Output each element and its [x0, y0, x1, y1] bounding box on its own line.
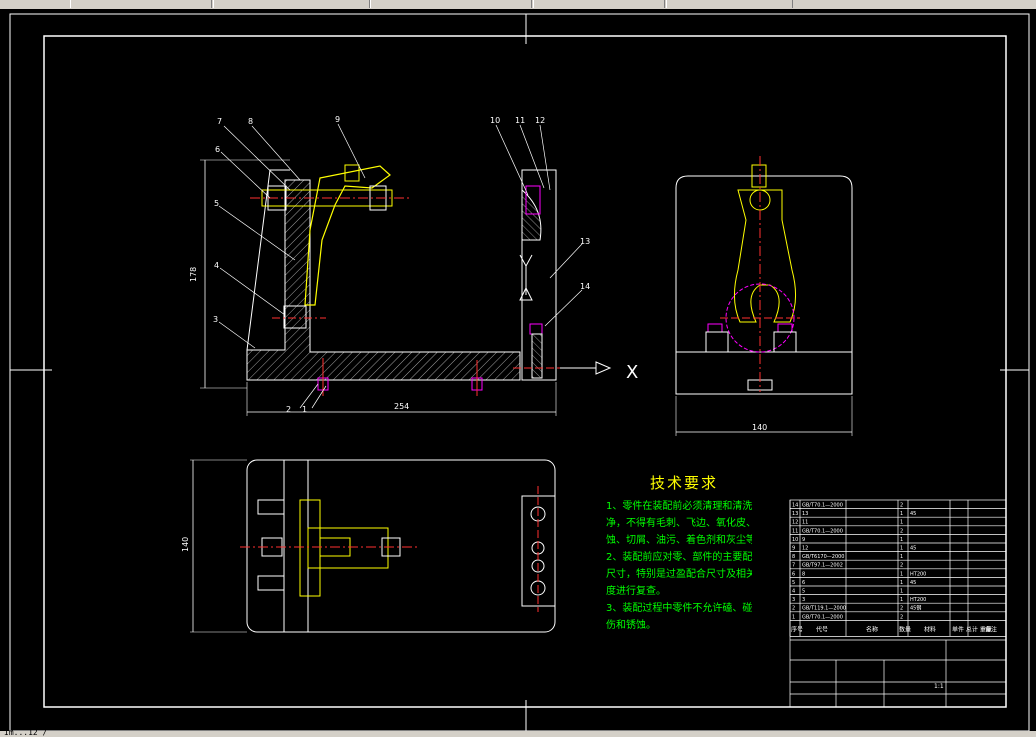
bom-cell: 1: [900, 546, 903, 552]
bom-cell: 1: [792, 614, 795, 620]
balloon-3: 3: [213, 315, 218, 324]
tech-line: 度进行复查。: [606, 586, 666, 597]
balloon-14: 14: [580, 282, 590, 291]
bom-cell: 14: [792, 503, 798, 509]
dim-140-top: 140: [181, 537, 190, 552]
bom-cell: GB/T70.1—2000: [802, 503, 843, 509]
balloon-11: 11: [515, 116, 525, 125]
bom-cell: 13: [792, 511, 798, 517]
bom-cell: 9: [792, 546, 795, 552]
bom-cell: HT200: [910, 597, 926, 603]
tech-title: 技术要求: [649, 474, 718, 492]
dim-254: 254: [394, 402, 409, 411]
bom-cell: GB/T6170—2000: [802, 554, 845, 560]
front-view: X 178 254 7 8 6 5 4 3 9 10 11 12 13 14 2…: [189, 115, 638, 416]
bom-header-cell: 序号: [791, 625, 803, 633]
tech-line: 2、装配前应对零、部件的主要配合: [606, 552, 752, 563]
balloon-12: 12: [535, 116, 545, 125]
bom-cell: 1: [900, 571, 903, 577]
top-view: 140: [181, 459, 556, 633]
dim-178: 178: [189, 267, 198, 282]
balloon-9: 9: [335, 115, 340, 124]
dim-140-side: 140: [752, 423, 767, 432]
balloon-5: 5: [214, 199, 219, 208]
tech-line: 净，不得有毛刺、飞边、氧化皮、锈: [606, 518, 752, 529]
bom-cell: 3: [802, 597, 805, 603]
tech-line: 蚀、切屑、油污、着色剂和灰尘等。: [606, 535, 752, 546]
toolbar-strip: [0, 0, 1036, 9]
bom-header-cell: 数量: [899, 625, 911, 633]
bom-cell: 10: [792, 537, 798, 543]
tech-line: 1、零件在装配前必须清理和清洗干: [606, 501, 752, 512]
bom-cell: 45钢: [910, 605, 921, 612]
bom-cell: 6: [802, 580, 805, 586]
bom-cell: 11: [802, 520, 808, 526]
status-text: Im...12 /: [4, 728, 48, 737]
bom-cell: 2: [900, 606, 903, 612]
bom-cell: GB/T70.1—2000: [802, 528, 843, 534]
tech-line: 尺寸，特别是过盈配合尺寸及相关精: [606, 569, 752, 580]
bom-header-cell: 代号: [816, 625, 828, 633]
balloon-8: 8: [248, 117, 253, 126]
bom-cell: 12: [792, 520, 798, 526]
bom-cell: 2: [900, 503, 903, 509]
balloon-13: 13: [580, 237, 590, 246]
bom-header-cell: 备注: [985, 625, 997, 633]
bom-header-cell: 名称: [866, 625, 878, 633]
bom-cell: 1: [900, 580, 903, 586]
bom-cell: 45: [910, 511, 916, 517]
bom-cell: 11: [792, 528, 798, 534]
bom-cell: 8: [792, 554, 795, 560]
bom-cell: 45: [910, 546, 916, 552]
balloon-7: 7: [217, 117, 222, 126]
bom-cell: 12: [802, 546, 808, 552]
bom-cell: 5: [792, 580, 795, 586]
toolbar-cell[interactable]: [666, 0, 793, 8]
bom-cell: 2: [792, 606, 795, 612]
bom-cell: 3: [792, 597, 795, 603]
bom-cell: 13: [802, 511, 808, 517]
bom-cell: 5: [802, 589, 805, 595]
scale-text: 1:1: [934, 683, 944, 690]
toolbar-cell[interactable]: [370, 0, 532, 8]
bom-cell: 1: [900, 537, 903, 543]
bom-cell: GB/T70.1—2000: [802, 614, 843, 620]
side-view: 140: [675, 156, 853, 436]
bom-cell: 2: [900, 528, 903, 534]
bom-cell: 6: [792, 571, 795, 577]
bom-cell: HT200: [910, 571, 926, 577]
technical-requirements: 技术要求 1、零件在装配前必须清理和清洗干 净，不得有毛刺、飞边、氧化皮、锈 蚀、切…: [606, 475, 752, 634]
toolbar-cell[interactable]: [70, 0, 212, 8]
bom-cell: 7: [792, 563, 795, 569]
balloon-10: 10: [490, 116, 500, 125]
bom-cell: 8: [802, 571, 805, 577]
bom-header-cell: 材料: [924, 625, 936, 633]
status-bar: Im...12 /: [0, 728, 1036, 737]
tech-line: 伤和锈蚀。: [606, 620, 656, 631]
bom-cell: 1: [900, 589, 903, 595]
balloon-1: 1: [302, 405, 307, 414]
toolbar-cell[interactable]: [533, 0, 665, 8]
balloon-2: 2: [286, 405, 291, 414]
bom-cell: 2: [900, 614, 903, 620]
bom-cell: 9: [802, 537, 805, 543]
bom-cell: 1: [900, 554, 903, 560]
bom-cell: 1: [900, 520, 903, 526]
drawing-svg: X 178 254 7 8 6 5 4 3 9 10 11 12 13 14 2…: [9, 13, 1030, 732]
bom-cell: 2: [900, 563, 903, 569]
title-block: [790, 639, 1006, 707]
bom-cell: 45: [910, 580, 916, 586]
bom-cell: GB/T119.1—2000: [802, 606, 846, 612]
bom-cell: 1: [900, 511, 903, 517]
bom-cell: 1: [900, 597, 903, 603]
tech-line: 3、装配过程中零件不允许磕、碰、划: [606, 603, 752, 614]
bom-cell: 4: [792, 589, 795, 595]
balloon-4: 4: [214, 261, 219, 270]
axis-x-label: X: [626, 362, 638, 383]
balloon-6: 6: [215, 145, 220, 154]
cad-drawing-canvas[interactable]: X 178 254 7 8 6 5 4 3 9 10 11 12 13 14 2…: [0, 9, 1036, 733]
bom-cell: GB/T97.1—2002: [802, 563, 843, 569]
toolbar-cell[interactable]: [213, 0, 370, 8]
